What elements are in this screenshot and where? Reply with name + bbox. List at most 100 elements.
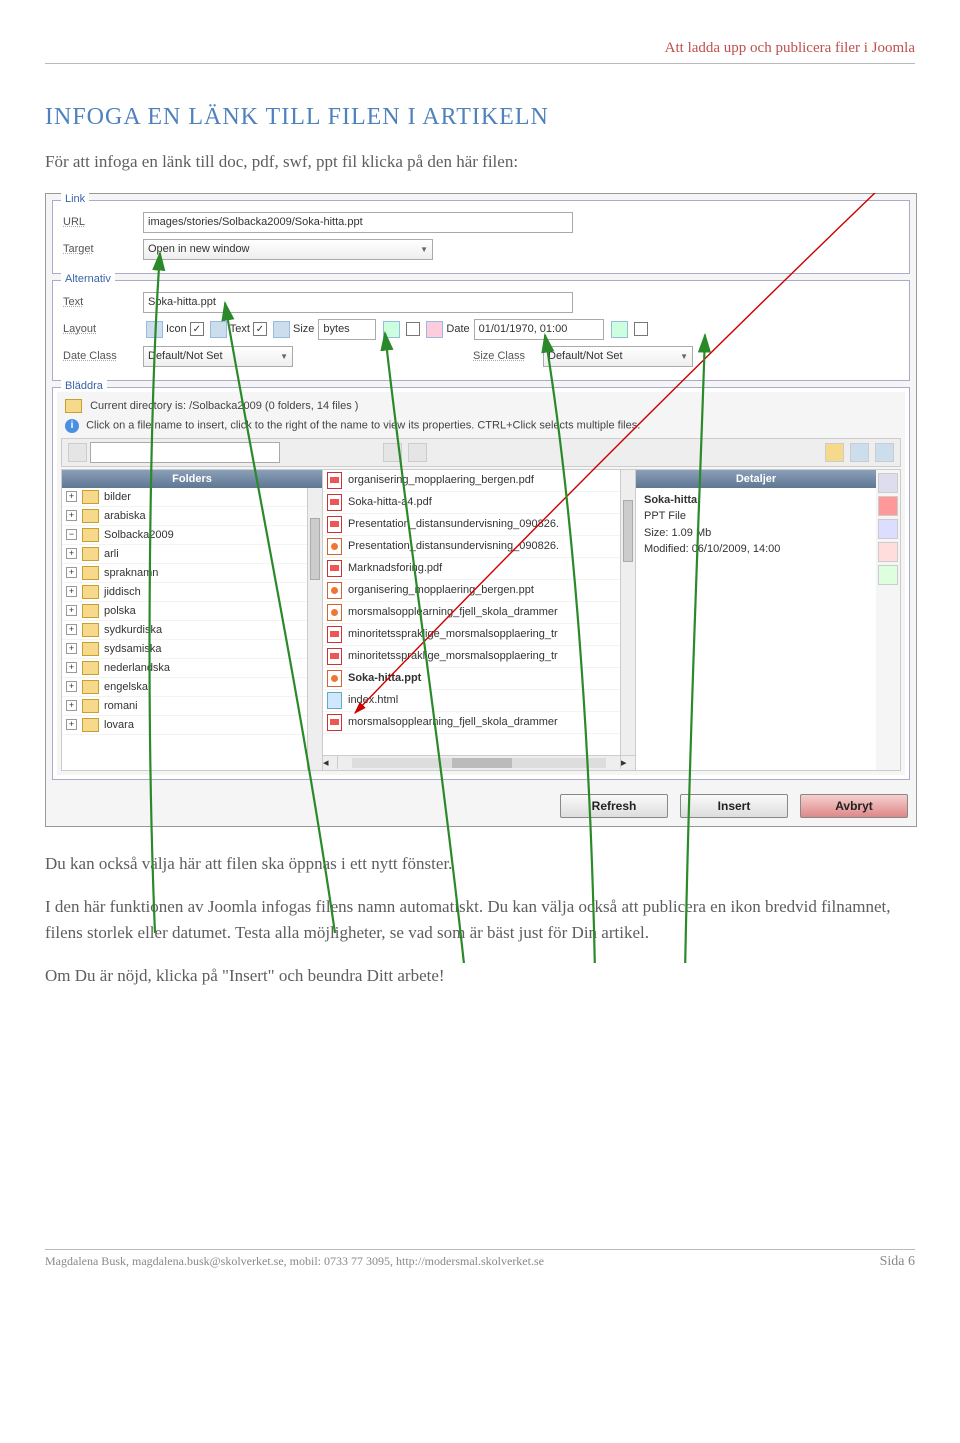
cancel-button[interactable]: Avbryt	[800, 794, 908, 818]
hint-row: i Click on a file name to insert, click …	[61, 416, 901, 436]
file-label: minoritetsspraklige_morsmalsopplaering_t…	[348, 650, 558, 662]
expand-icon[interactable]: +	[66, 567, 77, 578]
date-checkbox[interactable]	[634, 322, 648, 336]
file-item[interactable]: organisering_mopplaering_bergen.ppt	[323, 580, 635, 602]
file-item[interactable]: organisering_mopplaering_bergen.pdf	[323, 470, 635, 492]
insert-button[interactable]: Insert	[680, 794, 788, 818]
folders-scrollbar[interactable]	[307, 488, 322, 770]
tree-item[interactable]: +sydsamiska	[62, 640, 322, 659]
detail-name: Soka-hitta	[644, 492, 868, 509]
rename-icon[interactable]	[878, 473, 898, 493]
target-select[interactable]: Open in new window ▼	[143, 239, 433, 260]
expand-icon[interactable]: +	[66, 510, 77, 521]
paste-icon[interactable]	[878, 565, 898, 585]
layout-date-label: Date	[446, 323, 469, 335]
expand-icon[interactable]: +	[66, 605, 77, 616]
expand-icon[interactable]: +	[66, 719, 77, 730]
file-label: morsmalsopplearning_fjell_skola_drammer	[348, 716, 558, 728]
refresh-date-icon[interactable]	[611, 321, 628, 338]
icon-checkbox[interactable]: ✓	[190, 322, 204, 336]
folder-icon	[65, 399, 82, 413]
tree-label: romani	[104, 700, 138, 712]
file-label: morsmalsopplearning_fjell_skola_drammer	[348, 606, 558, 618]
tree-label: polska	[104, 605, 136, 617]
tree-item[interactable]: +lovara	[62, 716, 322, 735]
pdf-icon	[327, 560, 342, 577]
expand-icon[interactable]: +	[66, 624, 77, 635]
layout-text-label: Text	[230, 323, 250, 335]
file-item[interactable]: minoritetsspraklige_morsmalsopplaering_t…	[323, 624, 635, 646]
size-checkbox[interactable]	[406, 322, 420, 336]
file-label: index.html	[348, 694, 398, 706]
detail-type: PPT File	[644, 508, 868, 525]
expand-icon[interactable]: +	[66, 643, 77, 654]
file-item[interactable]: Marknadsforing.pdf	[323, 558, 635, 580]
sizeclass-select[interactable]: Default/Not Set ▼	[543, 346, 693, 367]
size-icon	[273, 321, 290, 338]
details-body: Soka-hitta PPT File Size: 1.09 Mb Modifi…	[636, 488, 876, 562]
text-input[interactable]: Soka-hitta.ppt	[143, 292, 573, 313]
expand-icon[interactable]: −	[66, 529, 77, 540]
date-icon	[426, 321, 443, 338]
sizeclass-label: Size Class	[473, 350, 543, 362]
footer-left: Magdalena Busk, magdalena.busk@skolverke…	[45, 1254, 544, 1270]
pdf-icon	[327, 494, 342, 511]
sizeclass-value: Default/Not Set	[548, 350, 623, 362]
expand-icon[interactable]: +	[66, 700, 77, 711]
tree-item[interactable]: +jiddisch	[62, 583, 322, 602]
tree-item[interactable]: + romani	[62, 697, 322, 716]
delete-icon[interactable]	[878, 496, 898, 516]
tree-item[interactable]: + polska	[62, 602, 322, 621]
search-input[interactable]	[90, 442, 280, 463]
expand-icon[interactable]: +	[66, 681, 77, 692]
refresh-button[interactable]: Refresh	[560, 794, 668, 818]
files-pane[interactable]: organisering_mopplaering_bergen.pdfSoka-…	[323, 470, 635, 755]
date-input[interactable]: 01/01/1970, 01:00	[474, 319, 604, 340]
files-scrollbar[interactable]	[620, 470, 635, 755]
folders-pane[interactable]: +bilder+arabiska−Solbacka2009+arli+sprak…	[62, 488, 322, 770]
file-item[interactable]: Presentation_distansundervisning_090826.	[323, 536, 635, 558]
browse-fieldset: Bläddra Current directory is: /Solbacka2…	[52, 387, 910, 780]
cut-icon[interactable]	[878, 542, 898, 562]
folder-icon	[82, 585, 99, 599]
page-footer: Magdalena Busk, magdalena.busk@skolverke…	[45, 1249, 915, 1270]
dateclass-select[interactable]: Default/Not Set ▼	[143, 346, 293, 367]
refresh-size-icon[interactable]	[383, 321, 400, 338]
help-icon[interactable]	[875, 443, 894, 462]
sort-az-icon[interactable]	[383, 443, 402, 462]
file-item[interactable]: index.html	[323, 690, 635, 712]
file-item[interactable]: Soka-hitta.ppt	[323, 668, 635, 690]
tree-item[interactable]: +arabiska	[62, 507, 322, 526]
text-checkbox[interactable]: ✓	[253, 322, 267, 336]
file-item[interactable]: morsmalsopplearning_fjell_skola_drammer	[323, 712, 635, 734]
tree-item[interactable]: +arli	[62, 545, 322, 564]
expand-icon[interactable]: +	[66, 548, 77, 559]
url-input[interactable]: images/stories/Solbacka2009/Soka-hitta.p…	[143, 212, 573, 233]
file-item[interactable]: Presentation_distansundervisning_090826.	[323, 514, 635, 536]
post-text-2: I den här funktionen av Joomla infogas f…	[45, 894, 915, 945]
expand-icon[interactable]: +	[66, 491, 77, 502]
upload-icon[interactable]	[850, 443, 869, 462]
expand-icon[interactable]: +	[66, 662, 77, 673]
tree-item[interactable]: −Solbacka2009	[62, 526, 322, 545]
tree-item[interactable]: +sydkurdiska	[62, 621, 322, 640]
files-hscrollbar[interactable]: ◂▸	[323, 755, 635, 770]
file-label: minoritetsspraklige_morsmalsopplaering_t…	[348, 628, 558, 640]
current-dir-row: Current directory is: /Solbacka2009 (0 f…	[61, 396, 901, 416]
sort-za-icon[interactable]	[408, 443, 427, 462]
copy-icon[interactable]	[878, 519, 898, 539]
new-folder-icon[interactable]	[825, 443, 844, 462]
tree-item[interactable]: +nederlandska	[62, 659, 322, 678]
file-item[interactable]: morsmalsopplearning_fjell_skola_drammer	[323, 602, 635, 624]
footer-page-number: Sida 6	[880, 1254, 915, 1270]
tree-item[interactable]: +engelska	[62, 678, 322, 697]
pdf-icon	[327, 626, 342, 643]
expand-icon[interactable]: +	[66, 586, 77, 597]
tree-item[interactable]: +spraknamn	[62, 564, 322, 583]
details-header: Detaljer	[636, 470, 876, 488]
search-icon[interactable]	[68, 443, 87, 462]
file-item[interactable]: minoritetsspraklige_morsmalsopplaering_t…	[323, 646, 635, 668]
tree-item[interactable]: +bilder	[62, 488, 322, 507]
size-input[interactable]: bytes	[318, 319, 376, 340]
file-item[interactable]: Soka-hitta-a4.pdf	[323, 492, 635, 514]
